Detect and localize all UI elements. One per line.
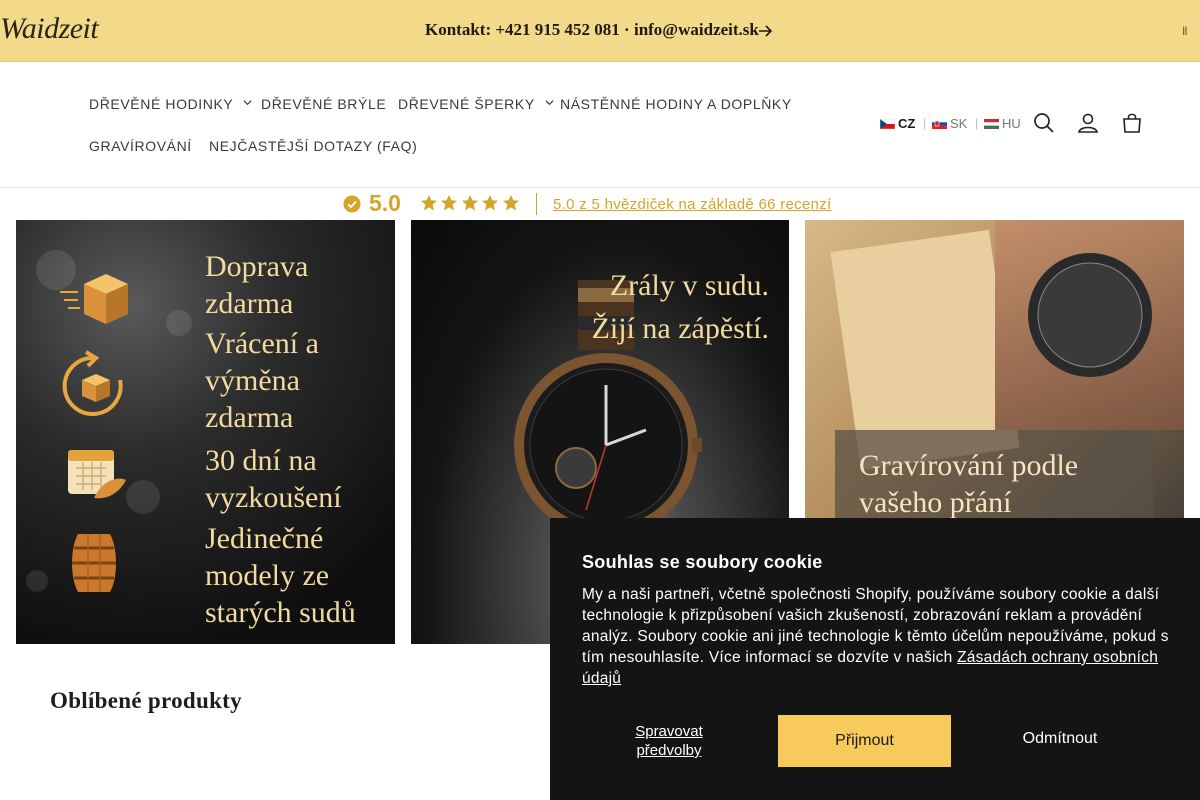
rating-score: 5.0 <box>369 190 401 216</box>
cookie-consent-dialog: Souhlas se soubory cookie My a naši part… <box>550 518 1200 800</box>
watch-promo-text: Zrály v sudu. Žijí na zápěstí. <box>591 269 769 345</box>
cookie-description: My a naši partneři, včetně společnosti S… <box>582 584 1172 689</box>
nav-item-faq[interactable]: NEJČASTĚJŠÍ DOTAZY (FAQ) <box>209 138 417 154</box>
site-header: DŘEVĚNÉ HODINKY DŘEVĚNÉ BRÝLE DŘEVENÉ ŠP… <box>0 62 1200 188</box>
nav-label: GRAVÍROVÁNÍ <box>89 138 192 154</box>
announcement-text[interactable]: Kontakt: +421 915 452 081 · info@waidzei… <box>425 20 759 40</box>
star-icon <box>461 194 478 211</box>
delivery-box-icon <box>60 274 128 324</box>
nav-item-wall-clocks[interactable]: NÁSTĚNNÉ HODINY A DOPLŇKY <box>560 96 792 112</box>
barrel-icon <box>72 534 116 592</box>
lang-sk[interactable]: SK <box>932 116 967 131</box>
cookie-title: Souhlas se soubory cookie <box>582 552 823 572</box>
nav-label: NEJČASTĚJŠÍ DOTAZY (FAQ) <box>209 138 418 154</box>
search-icon[interactable] <box>1031 110 1057 136</box>
lang-label: CZ <box>898 116 916 131</box>
accept-button[interactable]: Přijmout <box>778 715 951 767</box>
star-icon <box>482 194 499 211</box>
pause-icon[interactable]: II <box>1182 24 1188 38</box>
features-card[interactable]: Doprava zdarma Vrácení a výměna zdarma 3… <box>16 220 395 644</box>
nav-label: DŘEVĚNÉ HODINKY <box>89 96 234 112</box>
feature-free-returns: Vrácení a výměna zdarma <box>205 327 319 434</box>
lang-cz[interactable]: CZ <box>880 116 915 131</box>
rating-stars <box>420 194 522 212</box>
star-icon <box>441 194 458 211</box>
nav-item-wooden-jewelry[interactable]: DŘEVENÉ ŠPERKY <box>398 96 554 112</box>
flag-sk-icon <box>932 119 947 129</box>
logo[interactable]: Waidzeit <box>0 12 99 46</box>
star-icon <box>420 194 438 211</box>
chevron-down-icon <box>545 100 554 106</box>
nav-item-wooden-glasses[interactable]: DŘEVĚNÉ BRÝLE <box>261 96 386 112</box>
feature-unique-models: Jedinečné modely ze starých sudů <box>205 522 356 629</box>
flag-cz-icon <box>880 119 895 129</box>
chevron-down-icon <box>243 100 252 106</box>
star-icon <box>502 194 519 211</box>
cart-icon[interactable] <box>1119 110 1145 136</box>
bokeh-decoration <box>26 570 48 592</box>
arrow-right-icon[interactable] <box>756 21 774 41</box>
reviews-link[interactable]: 5.0 z 5 hvězdiček na základě 66 recenzí <box>553 196 832 213</box>
nav-label: NÁSTĚNNÉ HODINY A DOPLŇKY <box>560 96 792 112</box>
nav-item-engraving[interactable]: GRAVÍROVÁNÍ <box>89 138 192 154</box>
lang-separator: | <box>975 116 979 130</box>
watch-back-illustration <box>1028 253 1152 377</box>
feature-free-shipping: Doprava zdarma <box>205 250 309 320</box>
calendar-icon <box>68 450 126 499</box>
announcement-bar: Waidzeit Kontakt: +421 915 452 081 · inf… <box>0 0 1200 62</box>
reject-button[interactable]: Odmítnout <box>990 730 1130 748</box>
rating-bar: 5.0 5.0 z 5 hvězdiček na základě 66 rece… <box>0 188 1200 220</box>
lang-separator: | <box>923 116 927 130</box>
nav-label: DŘEVENÉ ŠPERKY <box>398 96 535 112</box>
nav-label: DŘEVĚNÉ BRÝLE <box>261 96 387 112</box>
verified-badge-icon <box>343 195 361 213</box>
section-title: Oblíbené produkty <box>50 688 242 713</box>
lang-hu[interactable]: HU <box>984 116 1021 131</box>
return-box-icon <box>62 350 123 416</box>
feature-trial: 30 dní na vyzkoušení <box>205 444 342 514</box>
manage-preferences-button[interactable]: Spravovat předvolby <box>610 722 728 760</box>
rating-divider <box>536 193 537 215</box>
lang-label: HU <box>1002 116 1021 131</box>
lang-label: SK <box>950 116 968 131</box>
bokeh-decoration <box>166 310 192 336</box>
engraving-promo-text: Gravírování podle vašeho přání <box>859 449 1079 519</box>
flag-hu-icon <box>984 119 999 129</box>
account-icon[interactable] <box>1075 110 1101 136</box>
nav-item-wooden-watches[interactable]: DŘEVĚNÉ HODINKY <box>89 96 252 112</box>
